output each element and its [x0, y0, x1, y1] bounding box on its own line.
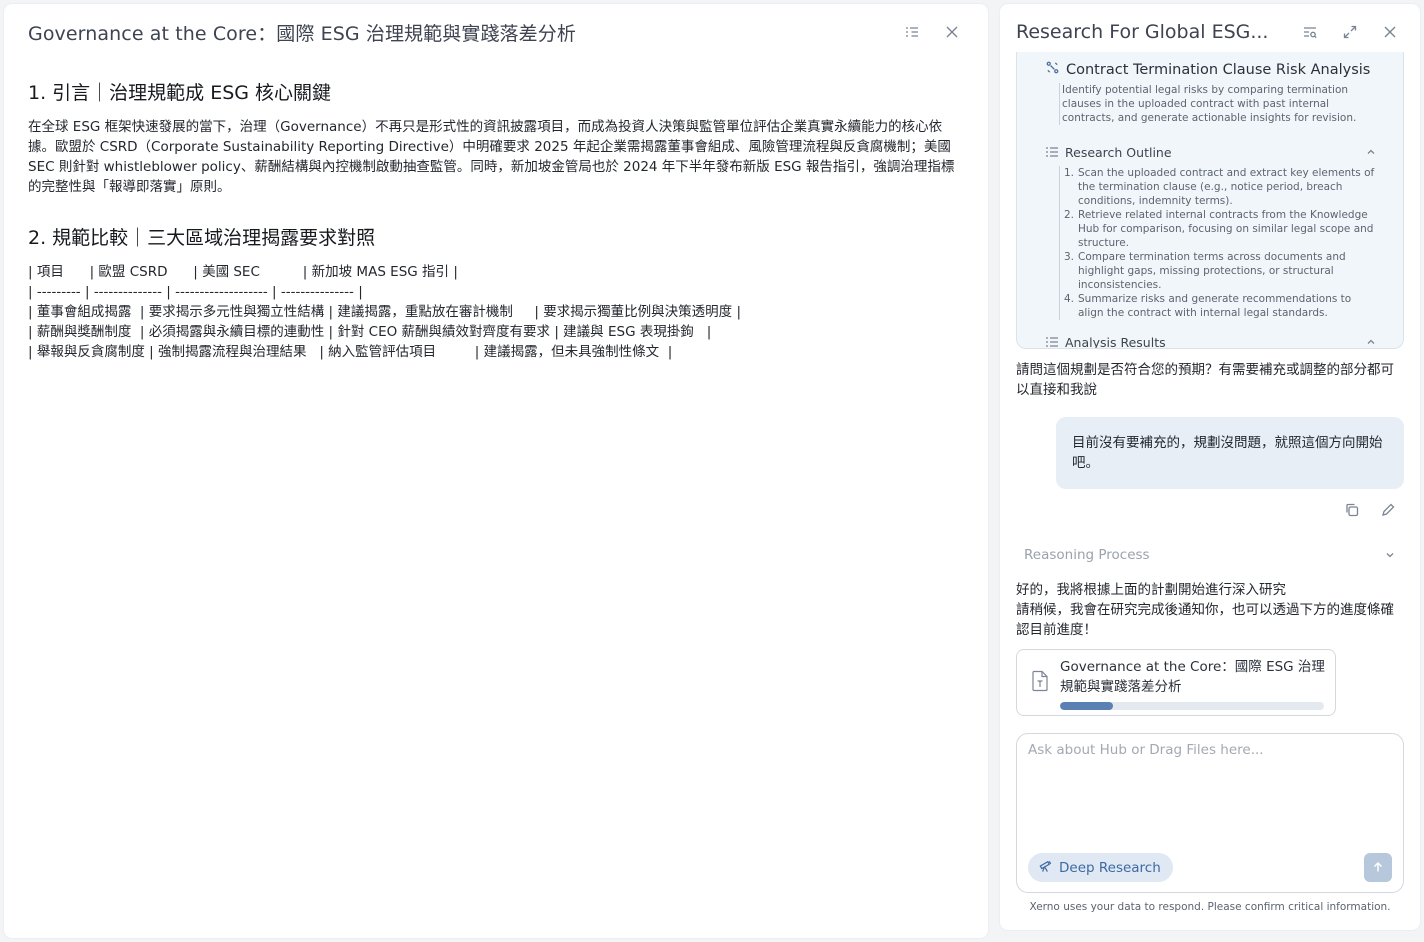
- plan-title-row: Contract Termination Clause Risk Analysi…: [1045, 60, 1370, 79]
- table-row: | --------- | -------------- | ---------…: [28, 284, 363, 300]
- assistant-reply-line: 好的，我將根據上面的計劃開始進行深入研究: [1016, 582, 1286, 598]
- document-title: Governance at the Core：國際 ESG 治理規範與實踐落差分…: [28, 22, 576, 45]
- report-title: Governance at the Core：國際 ESG 治理規範與實踐落差分…: [1060, 659, 1325, 695]
- telescope-icon: [1038, 858, 1053, 877]
- research-outline-label: Research Outline: [1065, 144, 1172, 160]
- assistant-reply-line: 請稍候，我會在研究完成後通知你，也可以透過下方的進度條確認目前進度！: [1016, 602, 1394, 638]
- analysis-results-toggle[interactable]: Analysis Results: [1045, 332, 1377, 349]
- footer-disclaimer: Xerno uses your data to respond. Please …: [1029, 901, 1391, 913]
- document-header: Governance at the Core：國際 ESG 治理規範與實踐落差分…: [28, 16, 964, 48]
- report-progress-card[interactable]: Governance at the Core：國際 ESG 治理規範與實踐落差分…: [1016, 649, 1336, 716]
- deep-research-button[interactable]: Deep Research: [1028, 853, 1173, 882]
- table-row: | 薪酬與獎酬制度 | 必須揭露與永續目標的連動性 | 針對 CEO 薪酬與績效…: [28, 324, 712, 340]
- section-2-heading: 2. 規範比較｜三大區域治理揭露要求對照: [28, 227, 376, 249]
- chevron-down-icon: [1384, 546, 1396, 565]
- list-icon: [1045, 143, 1059, 162]
- plan-title: Contract Termination Clause Risk Analysi…: [1066, 61, 1371, 78]
- progress-bar: [1060, 702, 1324, 710]
- list-item: 3. Compare termination terms across docum…: [1064, 251, 1346, 291]
- progress-fill: [1060, 702, 1113, 710]
- chat-title: Research For Global ESG...: [1016, 21, 1269, 43]
- list-icon: [1045, 333, 1059, 349]
- assistant-reply: 好的，我將根據上面的計劃開始進行深入研究 請稍候，我會在研究完成後通知你，也可以…: [1016, 580, 1404, 640]
- sparkle-icon: [1045, 60, 1060, 79]
- document-body: 1. 引言｜治理規範成 ESG 核心關鍵 在全球 ESG 框架快速發展的當下，治…: [28, 78, 966, 362]
- message-actions: [1340, 498, 1400, 522]
- file-text-icon: [1031, 670, 1049, 696]
- outline-toggle-icon[interactable]: [900, 20, 924, 44]
- table-row: | 舉報與反貪腐制度 | 強制揭露流程與治理結果 | 納入監管評估項目 | 建議…: [28, 344, 673, 360]
- search-list-icon[interactable]: [1298, 20, 1322, 44]
- send-button[interactable]: [1364, 853, 1392, 882]
- chevron-up-icon: [1365, 143, 1377, 162]
- list-item: 2. Retrieve related internal contracts fr…: [1064, 209, 1374, 249]
- section-1-heading: 1. 引言｜治理規範成 ESG 核心關鍵: [28, 82, 332, 104]
- arrow-up-icon: [1372, 858, 1384, 877]
- edit-icon[interactable]: [1376, 498, 1400, 522]
- chevron-up-icon: [1365, 333, 1377, 349]
- chat-panel: Research For Global ESG... Contract Term…: [1000, 4, 1420, 930]
- research-outline-toggle[interactable]: Research Outline: [1045, 142, 1377, 162]
- expand-icon[interactable]: [1338, 20, 1362, 44]
- chat-input-box: Deep Research: [1016, 733, 1404, 893]
- user-message: 目前沒有要補充的，規劃沒問題，就照這個方向開始吧。: [1056, 417, 1404, 489]
- chat-header: Research For Global ESG...: [1016, 16, 1402, 48]
- close-icon[interactable]: [1378, 20, 1402, 44]
- deep-research-label: Deep Research: [1059, 859, 1161, 876]
- analysis-results-label: Analysis Results: [1065, 334, 1166, 349]
- plan-description: Identify potential legal risks by compar…: [1059, 83, 1377, 125]
- list-item: 4. Summarize risks and generate recommend…: [1064, 293, 1352, 319]
- copy-icon[interactable]: [1340, 498, 1364, 522]
- table-row: | 項目 | 歐盟 CSRD | 美國 SEC | 新加坡 MAS ESG 指引…: [28, 264, 458, 280]
- research-outline-list: 1. Scan the uploaded contract and extract…: [1059, 166, 1377, 320]
- close-icon[interactable]: [940, 20, 964, 44]
- section-1-paragraph: 在全球 ESG 框架快速發展的當下，治理（Governance）不再只是形式性的…: [28, 119, 955, 195]
- research-plan-card: Contract Termination Clause Risk Analysi…: [1016, 52, 1404, 349]
- chat-input[interactable]: [1028, 742, 1388, 822]
- assistant-question: 請問這個規劃是否符合您的預期？有需要補充或調整的部分都可以直接和我說: [1016, 362, 1394, 398]
- reasoning-process-label: Reasoning Process: [1024, 547, 1150, 563]
- comparison-table: | 項目 | 歐盟 CSRD | 美國 SEC | 新加坡 MAS ESG 指引…: [28, 262, 966, 362]
- document-panel: Governance at the Core：國際 ESG 治理規範與實踐落差分…: [4, 4, 988, 938]
- reasoning-process-toggle[interactable]: Reasoning Process: [1024, 544, 1396, 566]
- table-row: | 董事會組成揭露 | 要求揭示多元性與獨立性結構 | 建議揭露，重點放在審計機…: [28, 304, 742, 320]
- list-item: 1. Scan the uploaded contract and extract…: [1064, 167, 1375, 207]
